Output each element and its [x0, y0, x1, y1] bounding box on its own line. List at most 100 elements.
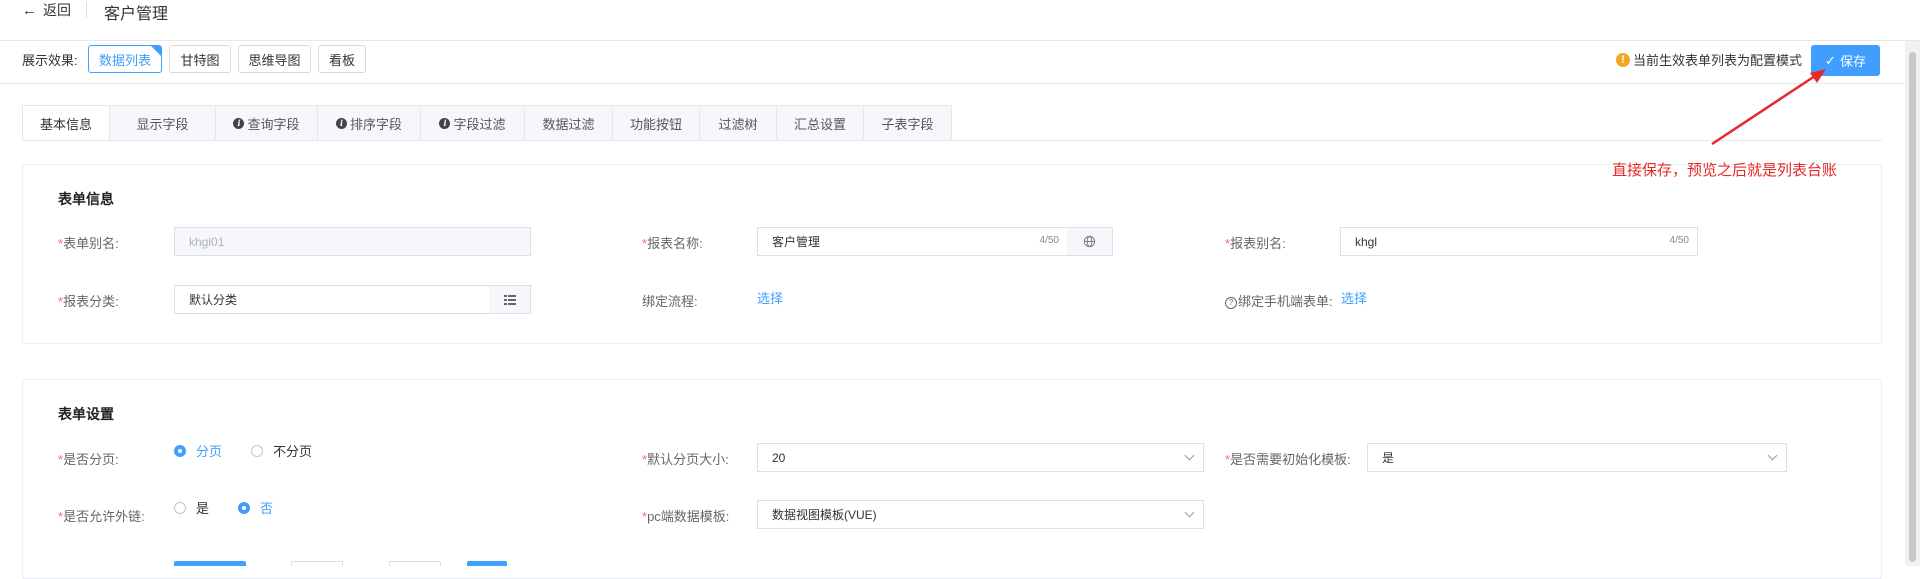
cut-off-button [291, 561, 343, 566]
warning-icon: ! [1616, 52, 1630, 67]
mode-label: 看板 [328, 52, 355, 68]
report-category-label: *报表分类: [58, 294, 119, 309]
external-link-radio-yes[interactable]: 是 [174, 498, 209, 517]
form-settings-card [22, 379, 1882, 579]
category-picker-button[interactable] [489, 285, 531, 314]
settings-tabs: 基本信息 显示字段 i 查询字段 i 排序字段 i 字段过滤 数据过滤 功能按钮 过滤… [22, 105, 952, 141]
arrow-left-icon: ← [22, 2, 37, 19]
report-name-label: *报表名称: [642, 236, 703, 251]
display-mode-label: 展示效果: [22, 53, 78, 68]
tab-label: 字段过滤 [453, 116, 506, 132]
list-icon [503, 294, 516, 305]
bind-mobile-label: ? 绑定手机端表单: [1225, 291, 1333, 310]
question-icon: ? [1225, 296, 1237, 309]
char-counter: 4/50 [1039, 235, 1059, 246]
tab-sort-fields[interactable]: i 排序字段 [318, 105, 421, 141]
tab-label: 数据过滤 [542, 116, 595, 132]
char-counter: 4/50 [1669, 235, 1689, 246]
report-alias-value: khgl [1355, 234, 1378, 249]
selected-corner-icon [150, 46, 161, 57]
tab-label: 基本信息 [39, 116, 92, 132]
report-alias-input[interactable]: khgl 4/50 [1340, 227, 1698, 256]
globe-icon [1083, 235, 1096, 248]
form-alias-input[interactable]: khgl01 [174, 227, 531, 256]
radio-dot [174, 501, 186, 514]
save-label: 保存 [1839, 54, 1866, 69]
paging-label: *是否分页: [58, 452, 119, 467]
cut-off-button [467, 561, 507, 566]
page-size-label: *默认分页大小: [642, 452, 729, 467]
tab-label: 排序字段 [349, 116, 402, 132]
mode-mindmap-button[interactable]: 思维导图 [238, 45, 311, 73]
external-link-label: *是否允许外链: [58, 509, 145, 524]
info-icon: i [233, 117, 245, 129]
report-name-input[interactable]: 客户管理 4/50 [757, 227, 1068, 256]
tab-subtable-fields[interactable]: 子表字段 [864, 105, 952, 141]
mode-label: 数据列表 [98, 52, 151, 68]
tab-label: 功能按钮 [629, 116, 682, 132]
report-alias-label: *报表别名: [1225, 236, 1286, 251]
form-alias-label: *表单别名: [58, 236, 119, 251]
init-template-value: 是 [1382, 451, 1395, 465]
annotation-text: 直接保存，预览之后就是列表台账 [1612, 162, 1838, 179]
paging-radio-yes[interactable]: 分页 [174, 441, 222, 460]
chevron-down-icon [1767, 450, 1778, 461]
tab-filter-tree[interactable]: 过滤树 [700, 105, 777, 141]
tab-field-filter[interactable]: i 字段过滤 [421, 105, 525, 141]
header-divider [86, 2, 87, 18]
init-template-label: *是否需要初始化模板: [1225, 452, 1351, 467]
report-category-input[interactable]: 默认分类 [174, 285, 490, 314]
tab-data-filter[interactable]: 数据过滤 [525, 105, 613, 141]
scrollbar-thumb[interactable] [1909, 52, 1916, 562]
chevron-down-icon [1184, 507, 1195, 518]
init-template-select[interactable]: 是 [1367, 443, 1787, 472]
radio-label: 不分页 [273, 444, 313, 459]
tab-summary-settings[interactable]: 汇总设置 [777, 105, 864, 141]
cut-off-button [389, 561, 441, 566]
form-info-title: 表单信息 [58, 191, 114, 207]
external-link-radio-no[interactable]: 否 [238, 498, 273, 517]
pc-template-select[interactable]: 数据视图模板(VUE) [757, 500, 1204, 529]
paging-radio-no[interactable]: 不分页 [251, 441, 312, 460]
form-settings-title: 表单设置 [58, 406, 114, 422]
radio-dot [238, 501, 250, 514]
info-icon: i [335, 117, 347, 129]
tab-display-fields[interactable]: 显示字段 [110, 105, 216, 141]
mode-gantt-button[interactable]: 甘特图 [169, 45, 231, 73]
bind-mobile-select-link[interactable]: 选择 [1341, 288, 1367, 307]
tab-function-buttons[interactable]: 功能按钮 [613, 105, 700, 141]
bind-flow-label: 绑定流程: [642, 294, 698, 309]
pc-template-value: 数据视图模板(VUE) [772, 508, 877, 522]
radio-label: 是 [196, 501, 210, 516]
page-title: 客户管理 [104, 6, 169, 23]
tab-label: 汇总设置 [793, 116, 846, 132]
top-bar [0, 0, 1920, 41]
back-label: 返回 [43, 2, 71, 18]
page-size-value: 20 [772, 450, 786, 465]
radio-dot [251, 444, 263, 457]
chevron-down-icon [1184, 450, 1195, 461]
mode-kanban-button[interactable]: 看板 [318, 45, 366, 73]
radio-label: 否 [260, 501, 274, 516]
mode-label: 思维导图 [248, 52, 301, 68]
bind-flow-select-link[interactable]: 选择 [757, 288, 783, 307]
pc-template-label: *pc端数据模板: [642, 509, 730, 524]
radio-dot [174, 444, 186, 457]
annotation-arrow [1711, 69, 1826, 146]
globe-button[interactable] [1067, 227, 1113, 256]
tab-basic-info[interactable]: 基本信息 [22, 105, 110, 141]
tab-query-fields[interactable]: i 查询字段 [216, 105, 318, 141]
tab-label: 显示字段 [136, 116, 189, 132]
tabs-underline [22, 140, 1882, 141]
back-button[interactable]: ← 返回 [22, 0, 71, 20]
tab-label: 查询字段 [247, 116, 300, 132]
mode-data-list-button[interactable]: 数据列表 [88, 45, 162, 73]
mode-label: 甘特图 [180, 52, 220, 68]
tab-label: 过滤树 [718, 116, 758, 132]
tab-label: 子表字段 [881, 116, 934, 132]
cut-off-button [174, 561, 246, 566]
page-size-select[interactable]: 20 [757, 443, 1204, 472]
radio-label: 分页 [196, 444, 223, 459]
info-icon: i [439, 117, 451, 129]
report-name-value: 客户管理 [772, 235, 821, 249]
